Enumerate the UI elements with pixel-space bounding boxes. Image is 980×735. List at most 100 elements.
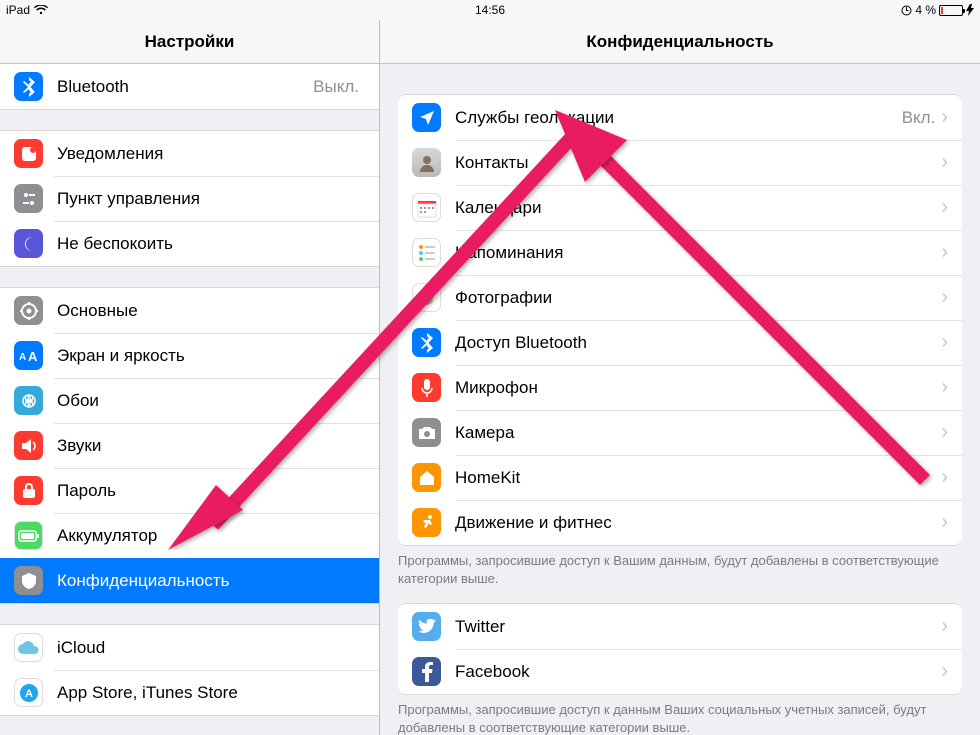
privacy-item-location[interactable]: Службы геолокации Вкл. › [398,95,962,140]
privacy-item-camera[interactable]: Камера › [398,410,962,455]
privacy-item-facebook[interactable]: Facebook › [398,649,962,694]
sidebar-item-passcode[interactable]: Пароль [0,468,379,513]
chevron-right-icon: › [941,241,948,264]
sidebar-item-privacy[interactable]: Конфиденциальность [0,558,379,603]
photos-icon [412,283,441,312]
bluetooth-icon [14,72,43,101]
chevron-right-icon: › [941,151,948,174]
chevron-right-icon: › [941,511,948,534]
row-label: Экран и яркость [57,346,365,366]
row-label: App Store, iTunes Store [57,683,365,703]
row-label: Контакты [455,153,941,173]
sidebar-item-general[interactable]: Основные [0,288,379,333]
group-footer-text: Программы, запросившие доступ к Вашим да… [380,546,980,603]
dnd-icon [14,229,43,258]
privacy-item-calendars[interactable]: Календари › [398,185,962,230]
sidebar-item-notifications[interactable]: Уведомления [0,131,379,176]
row-label: Обои [57,391,365,411]
privacy-item-motion[interactable]: Движение и фитнес › [398,500,962,545]
sidebar-item-control-center[interactable]: Пункт управления [0,176,379,221]
sidebar-item-battery[interactable]: Аккумулятор [0,513,379,558]
microphone-icon [412,373,441,402]
general-icon [14,296,43,325]
chevron-right-icon: › [941,106,948,129]
row-label: Службы геолокации [455,108,902,128]
svg-text:A: A [19,352,26,363]
row-label: Основные [57,301,365,321]
chevron-right-icon: › [941,376,948,399]
location-icon [412,103,441,132]
sidebar-item-appstore[interactable]: A App Store, iTunes Store [0,670,379,715]
row-label: Напоминания [455,243,941,263]
display-icon: AA [14,341,43,370]
twitter-icon [412,612,441,641]
row-value: Выкл. [313,77,359,97]
chevron-right-icon: › [941,615,948,638]
privacy-item-reminders[interactable]: Напоминания › [398,230,962,275]
row-label: Twitter [455,617,941,637]
sidebar-item-sounds[interactable]: Звуки [0,423,379,468]
row-label: Конфиденциальность [57,571,365,591]
wifi-icon [34,5,48,15]
privacy-item-photos[interactable]: Фотографии › [398,275,962,320]
notifications-icon [14,139,43,168]
camera-icon [412,418,441,447]
row-label: Уведомления [57,144,365,164]
row-value: Вкл. [902,108,936,128]
battery-icon [939,5,963,16]
calendars-icon [412,193,441,222]
chevron-right-icon: › [941,421,948,444]
homekit-icon [412,463,441,492]
chevron-right-icon: › [941,660,948,683]
sidebar-item-dnd[interactable]: Не беспокоить [0,221,379,266]
facebook-icon [412,657,441,686]
chevron-right-icon: › [941,196,948,219]
appstore-icon: A [14,678,43,707]
battery-row-icon [14,521,43,550]
row-label: Фотографии [455,288,941,308]
sidebar-title: Настройки [0,20,379,64]
status-time: 14:56 [475,3,505,17]
row-label: Календари [455,198,941,218]
charging-icon [966,4,974,16]
sidebar-item-wallpaper[interactable]: Обои [0,378,379,423]
control-center-icon [14,184,43,213]
chevron-right-icon: › [941,331,948,354]
row-label: Камера [455,423,941,443]
row-label: Движение и фитнес [455,513,941,533]
row-label: Facebook [455,662,941,682]
row-label: iCloud [57,638,365,658]
motion-icon [412,508,441,537]
row-label: Bluetooth [57,77,313,97]
privacy-item-bt-sharing[interactable]: Доступ Bluetooth › [398,320,962,365]
row-label: Пункт управления [57,189,365,209]
privacy-item-contacts[interactable]: Контакты › [398,140,962,185]
privacy-icon [14,566,43,595]
device-label: iPad [6,3,30,17]
wallpaper-icon [14,386,43,415]
status-bar: iPad 14:56 4 % [0,0,980,20]
contacts-icon [412,148,441,177]
privacy-item-homekit[interactable]: HomeKit › [398,455,962,500]
row-label: Доступ Bluetooth [455,333,941,353]
row-label: Не беспокоить [57,234,365,254]
reminders-icon [412,238,441,267]
passcode-icon [14,476,43,505]
svg-text:A: A [25,688,33,700]
row-label: Микрофон [455,378,941,398]
row-label: Звуки [57,436,365,456]
detail-pane: Конфиденциальность Службы геолокации Вкл… [380,20,980,735]
row-label: Аккумулятор [57,526,365,546]
sidebar-item-icloud[interactable]: iCloud [0,625,379,670]
privacy-item-microphone[interactable]: Микрофон › [398,365,962,410]
battery-percent: 4 % [915,3,936,17]
sidebar-item-display[interactable]: AA Экран и яркость [0,333,379,378]
sidebar-item-bluetooth[interactable]: Bluetooth Выкл. [0,64,379,109]
chevron-right-icon: › [941,466,948,489]
row-label: HomeKit [455,468,941,488]
rotation-lock-icon [901,5,912,16]
privacy-item-twitter[interactable]: Twitter › [398,604,962,649]
icloud-icon [14,633,43,662]
group-footer-text: Программы, запросившие доступ к данным В… [380,695,980,735]
chevron-right-icon: › [941,286,948,309]
